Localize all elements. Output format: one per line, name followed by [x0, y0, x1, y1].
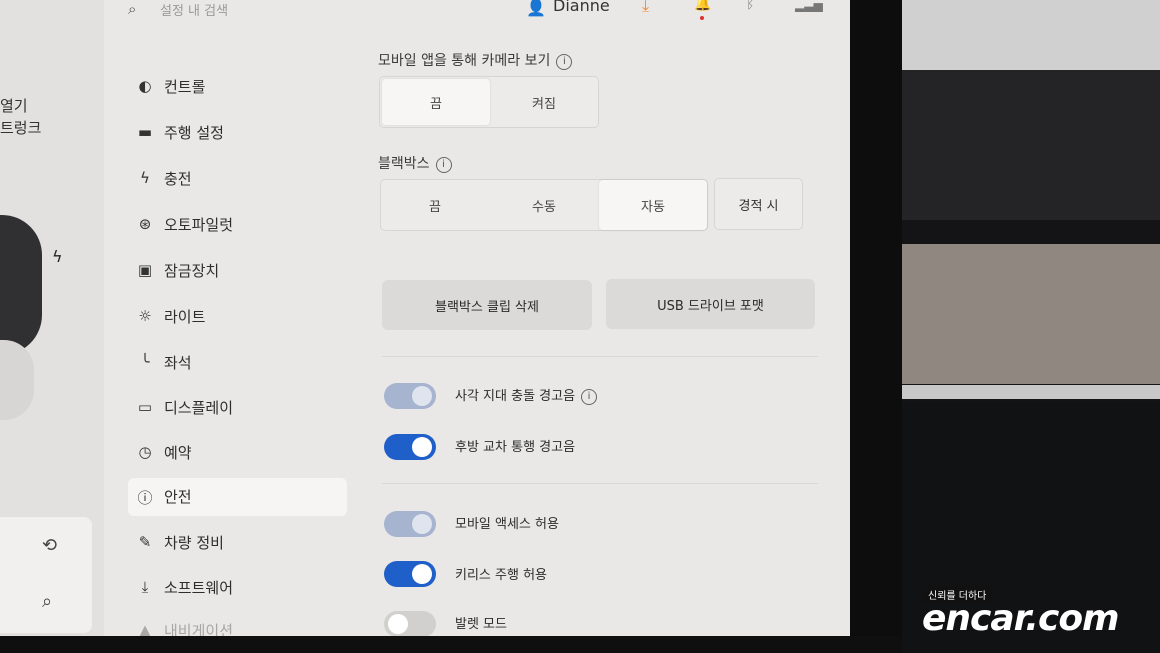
camera-view-label: 모바일 앱을 통해 카메라 보기 i [378, 50, 573, 70]
sidebar-item-controls[interactable]: ◐ 컨트롤 [128, 68, 347, 106]
sidebar-item-software[interactable]: ⤓ 소프트웨어 [128, 569, 347, 607]
charge-port-icon[interactable]: ϟ [52, 247, 63, 266]
bolt-icon: ϟ [140, 169, 150, 187]
car-visualization-panel: 열기 트렁크 ϟ ⟲ ⌕ [0, 0, 104, 636]
camera-view-on-option[interactable]: 켜짐 [490, 77, 598, 127]
sidebar-item-locks[interactable]: ▣ 잠금장치 [128, 252, 347, 290]
alarm-clock-icon: ◷ [138, 443, 152, 461]
open-frunk-label[interactable]: 열기 [0, 95, 28, 116]
sidebar-item-display[interactable]: ▭ 디스플레이 [128, 389, 347, 427]
car-interior-background [902, 0, 1160, 653]
display-icon: ▭ [137, 398, 153, 416]
camera-view-off-option[interactable]: 끔 [382, 79, 490, 125]
keyless-driving-label: 키리스 주행 허용 [455, 568, 547, 583]
car-wheel [0, 340, 34, 420]
search-icon[interactable]: ⌕ [128, 0, 136, 18]
download-icon: ⤓ [141, 578, 149, 596]
watermark-logo: encar.com [922, 598, 1120, 639]
camera-view-selector: 끔 켜짐 [379, 76, 599, 128]
car-model [0, 215, 42, 355]
search-icon[interactable]: ⌕ [42, 591, 52, 612]
keyless-driving-toggle[interactable] [384, 561, 436, 587]
dashcam-off-option[interactable]: 끔 [381, 180, 489, 230]
rear-cross-traffic-label: 후방 교차 통행 경고음 [455, 440, 576, 455]
wrench-icon: ✎ [138, 533, 152, 551]
blind-spot-warning-toggle[interactable] [384, 383, 436, 409]
settings-sidebar: ◐ 컨트롤 ▬ 주행 설정 ϟ 충전 ⊛ 오토파일럿 ▣ 잠금장치 ☼ 라이트 … [104, 40, 354, 640]
info-icon[interactable]: i [581, 389, 598, 405]
bell-icon[interactable]: 🔔 [694, 0, 711, 12]
sidebar-item-driving[interactable]: ▬ 주행 설정 [128, 114, 347, 152]
settings-search-input[interactable]: 설정 내 검색 [160, 0, 228, 19]
mobile-access-toggle[interactable] [384, 511, 436, 537]
dashcam-label: 블랙박스 i [378, 153, 452, 173]
steering-wheel-icon: ⊛ [138, 215, 152, 233]
safety-settings-panel: 모바일 앱을 통해 카메라 보기 i 끔 켜짐 블랙박스 i 끔 수동 자동 경적 … [360, 40, 830, 637]
toggle-icon: ◐ [138, 77, 152, 95]
seat-icon: ╰ [140, 353, 150, 371]
safety-icon: ⓘ [137, 489, 153, 507]
sidebar-item-schedule[interactable]: ◷ 예약 [128, 434, 347, 472]
delete-dashcam-clips-button[interactable]: 블랙박스 클립 삭제 [382, 280, 592, 330]
blind-spot-warning-label: 사각 지대 충돌 경고음 i [455, 385, 598, 405]
screen-bezel-bottom [0, 636, 902, 653]
divider [382, 483, 818, 484]
dashcam-auto-option[interactable]: 자동 [599, 180, 707, 230]
lock-icon: ▣ [137, 261, 153, 279]
valet-mode-label: 발렛 모드 [455, 617, 507, 632]
trunk-label[interactable]: 트렁크 [0, 117, 41, 138]
quick-buttons: ⟲ ⌕ [0, 517, 92, 633]
sidebar-item-service[interactable]: ✎ 차량 정비 [128, 524, 347, 562]
sidebar-item-seats[interactable]: ╰ 좌석 [128, 344, 347, 382]
divider [382, 356, 818, 357]
user-name[interactable]: Dianne [553, 0, 610, 15]
sidebar-item-charging[interactable]: ϟ 충전 [128, 160, 347, 198]
bluetooth-icon[interactable]: ᛒ [746, 0, 754, 12]
info-icon[interactable]: i [435, 157, 452, 173]
dashcam-on-honk-button[interactable]: 경적 시 [714, 178, 803, 230]
car-icon: ▬ [137, 123, 153, 141]
sidebar-item-safety[interactable]: ⓘ 안전 [128, 478, 347, 516]
rear-cross-traffic-toggle[interactable] [384, 434, 436, 460]
refresh-icon[interactable]: ⟲ [42, 535, 57, 556]
light-icon: ☼ [138, 307, 152, 325]
info-icon[interactable]: i [556, 54, 573, 70]
screen-bezel [850, 0, 902, 653]
dashcam-selector: 끔 수동 자동 [380, 179, 708, 231]
signal-icon: ▂▃▅ [795, 0, 823, 12]
mobile-access-label: 모바일 액세스 허용 [455, 517, 559, 532]
user-icon[interactable]: 👤 [526, 0, 546, 17]
sidebar-item-autopilot[interactable]: ⊛ 오토파일럿 [128, 206, 347, 244]
format-usb-button[interactable]: USB 드라이브 포맷 [606, 279, 815, 329]
touchscreen: 열기 트렁크 ϟ ⟲ ⌕ ⌕ 설정 내 검색 👤 Dianne ⤓ 🔔 ᛒ ▂▃… [0, 0, 890, 653]
dashcam-manual-option[interactable]: 수동 [489, 180, 599, 230]
download-icon[interactable]: ⤓ [642, 0, 649, 16]
notification-dot [700, 16, 704, 20]
sidebar-item-lights[interactable]: ☼ 라이트 [128, 298, 347, 336]
valet-mode-toggle[interactable] [384, 611, 436, 637]
